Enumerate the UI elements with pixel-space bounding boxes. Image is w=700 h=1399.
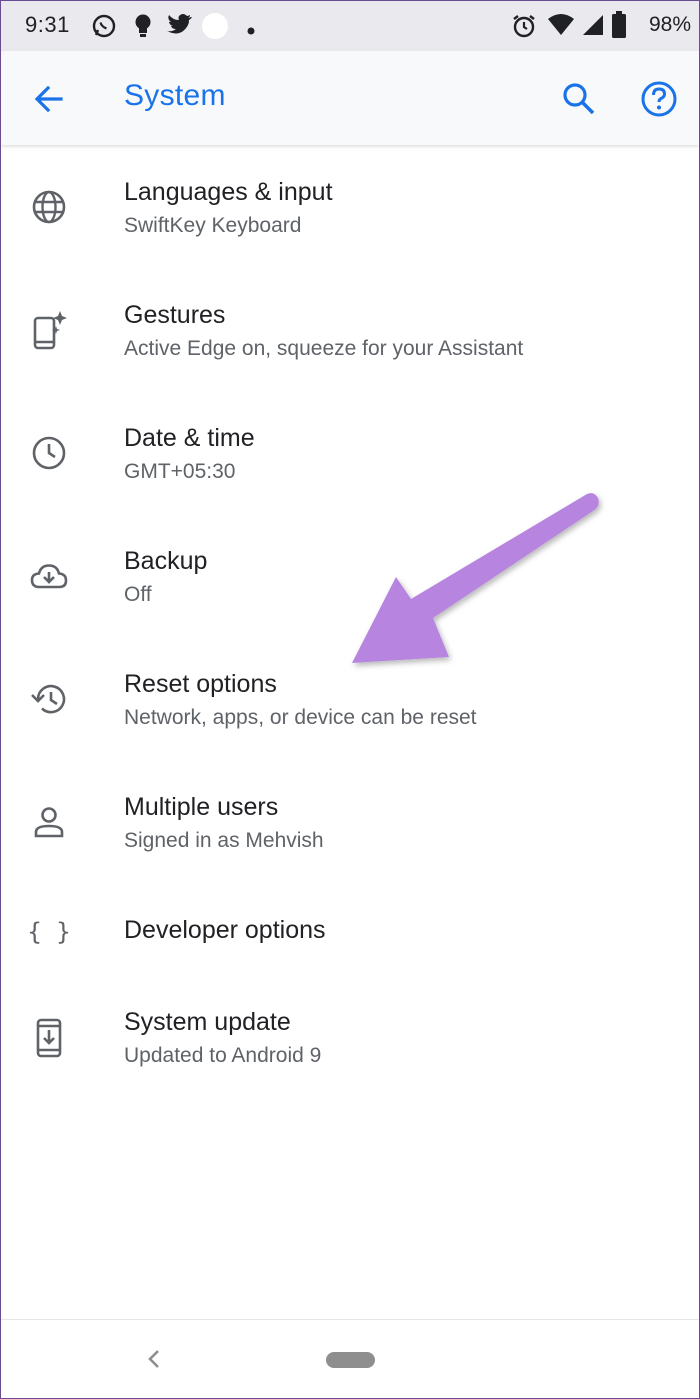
setting-gestures[interactable]: Gestures Active Edge on, squeeze for you… [1,270,699,392]
nav-back-button[interactable] [143,1348,165,1370]
person-icon [27,800,71,844]
screen: 9:31 98% System Languages & input SwiftK… [0,0,700,1399]
setting-title: Gestures [124,301,226,329]
status-time: 9:31 [25,12,70,37]
setting-subtitle: SwiftKey Keyboard [124,214,302,237]
setting-backup[interactable]: Backup Off [1,516,699,638]
search-button[interactable] [561,81,597,117]
dot-icon [247,22,255,40]
twitter-icon [165,13,193,42]
setting-subtitle: Active Edge on, squeeze for your Assista… [124,337,524,360]
setting-title: Developer options [124,916,326,944]
setting-multiple-users[interactable]: Multiple users Signed in as Mehvish [1,762,699,884]
setting-title: Backup [124,547,208,575]
arrow-left-icon [34,85,63,113]
setting-title: Multiple users [124,793,279,821]
page-title: System [124,79,226,112]
wifi-icon [547,13,575,42]
app-bar: System [1,51,699,145]
setting-developer-options[interactable]: { } Developer options [1,885,699,1007]
setting-subtitle: Updated to Android 9 [124,1044,322,1067]
setting-subtitle: Network, apps, or device can be reset [124,706,477,729]
setting-system-update[interactable]: System update Updated to Android 9 [1,1008,699,1130]
setting-subtitle: GMT+05:30 [124,460,236,483]
setting-date-time[interactable]: Date & time GMT+05:30 [1,393,699,515]
search-icon [563,83,595,115]
globe-icon [27,185,71,229]
alarm-icon [511,13,537,44]
setting-title: Languages & input [124,178,333,206]
setting-subtitle: Signed in as Mehvish [124,829,324,852]
lightbulb-icon [133,13,153,44]
help-icon [641,81,677,117]
braces-glyph: { } [27,918,71,946]
help-button[interactable] [639,79,679,119]
status-bar: 9:31 98% [1,1,699,51]
battery-percent: 98% [648,13,691,36]
clock-icon [27,431,71,475]
circle-icon [202,13,228,44]
braces-icon: { } [27,910,71,954]
system-update-icon [27,1016,71,1060]
whatsapp-icon [91,13,117,44]
gestures-icon [27,308,71,352]
setting-title: Date & time [124,424,255,452]
history-icon [27,677,71,721]
cloud-backup-icon [27,554,71,598]
battery-icon [611,11,627,44]
setting-subtitle: Off [124,583,152,606]
chevron-left-icon [148,1350,159,1368]
setting-title: Reset options [124,670,277,698]
home-pill-button[interactable] [326,1352,375,1368]
setting-reset-options[interactable]: Reset options Network, apps, or device c… [1,639,699,761]
navigation-bar [1,1319,699,1398]
back-button[interactable] [31,81,67,117]
setting-languages-input[interactable]: Languages & input SwiftKey Keyboard [1,147,699,269]
signal-icon [581,13,605,42]
setting-title: System update [124,1008,291,1036]
